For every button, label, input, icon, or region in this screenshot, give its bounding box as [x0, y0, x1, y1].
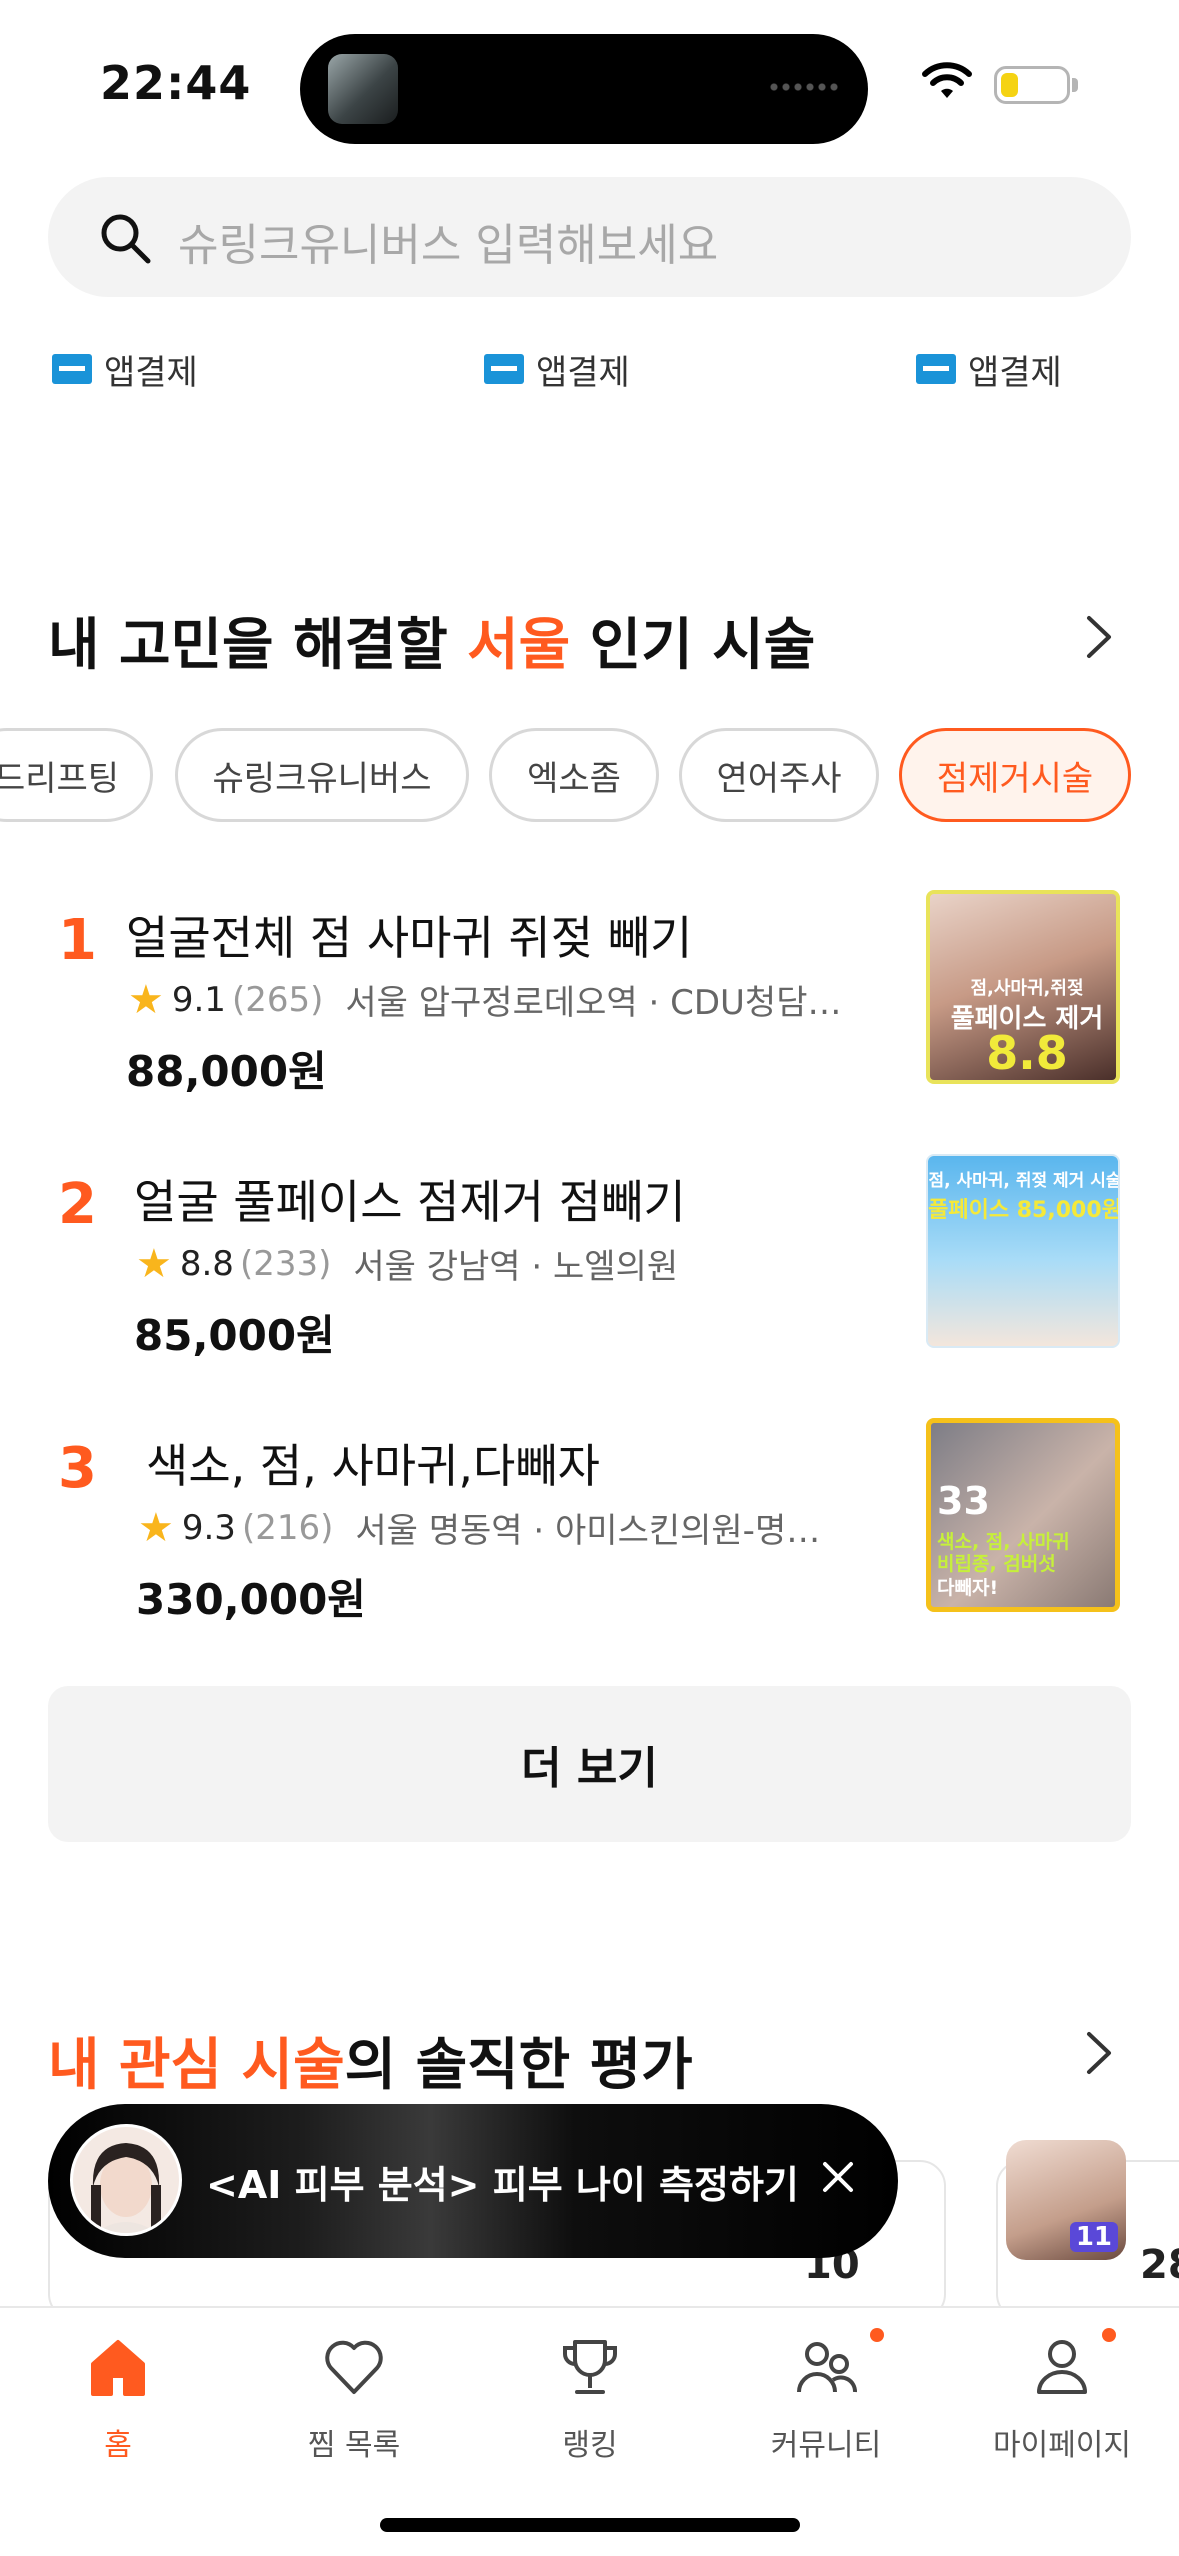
community-icon [797, 2342, 857, 2393]
notification-dot [1102, 2328, 1116, 2342]
status-bar: 22:44 [0, 0, 1179, 170]
clock: 22:44 [100, 56, 252, 110]
treatment-meta: ★ 9.3 (216) 서울 명동역 · 아미스킨의원-명… [138, 1504, 821, 1552]
treatment-meta: ★ 8.8 (233) 서울 강남역 · 노엘의원 [136, 1240, 679, 1288]
app-pay-badge: 앱결제 [52, 344, 198, 394]
chip-salmon-injection[interactable]: 연어주사 [679, 728, 879, 822]
home-icon [91, 2340, 145, 2396]
treatment-price: 88,000원 [126, 1047, 327, 1096]
nav-home[interactable]: 홈 [0, 2308, 236, 2508]
home-indicator[interactable] [380, 2518, 800, 2532]
wifi-icon [922, 62, 972, 98]
treatment-title: 얼굴전체 점 사마귀 쥐젖 빼기 [126, 911, 693, 965]
chip-shrink-universe[interactable]: 슈링크유니버스 [175, 728, 469, 822]
heart-icon [325, 2340, 383, 2394]
treatment-price: 330,000원 [136, 1575, 366, 1624]
chip-driffting[interactable]: 드리프팅 [0, 728, 153, 822]
nav-community[interactable]: 커뮤니티 [708, 2308, 944, 2508]
app-pay-badge: 앱결제 [484, 344, 630, 394]
treatment-price: 85,000원 [134, 1311, 335, 1360]
search-icon [101, 214, 151, 264]
nav-mypage[interactable]: 마이페이지 [944, 2308, 1179, 2508]
star-icon: ★ [138, 1504, 174, 1551]
rank-number: 2 [58, 1172, 97, 1237]
rank-number: 3 [58, 1436, 97, 1501]
card-icon [484, 354, 524, 384]
avatar [70, 2124, 182, 2236]
treatment-thumbnail: 점,사마귀,쥐젖 풀페이스 제거 8.8 [926, 890, 1120, 1084]
chip-mole-removal[interactable]: 점제거시술 [899, 728, 1131, 822]
treatment-title: 얼굴 풀페이스 점제거 점빼기 [134, 1175, 686, 1229]
card-icon [52, 354, 92, 384]
review-card[interactable]: 11 28 [996, 2140, 1179, 2320]
profile-icon [1037, 2340, 1087, 2394]
ai-banner-text: <AI 피부 분석> 피부 나이 측정하기 [206, 2163, 799, 2207]
chevron-right-icon[interactable] [1079, 2028, 1119, 2078]
search-input[interactable]: 슈링크유니버스 입력해보세요 [48, 177, 1131, 297]
nav-ranking[interactable]: 랭킹 [472, 2308, 708, 2508]
more-button[interactable]: 더 보기 [48, 1686, 1131, 1842]
app-pay-badge: 앱결제 [916, 344, 1062, 394]
trophy-icon [563, 2340, 617, 2394]
close-icon[interactable] [813, 2152, 863, 2202]
treatment-chips: 드리프팅 슈링크유니버스 엑소좀 연어주사 점제거시술 [0, 728, 1179, 823]
rank-item[interactable]: 1 얼굴전체 점 사마귀 쥐젖 빼기 ★ 9.1 (265) 서울 압구정로데오… [0, 890, 1179, 1096]
ai-skin-analysis-banner[interactable]: <AI 피부 분석> 피부 나이 측정하기 [48, 2104, 898, 2258]
battery-tip [1072, 78, 1078, 92]
battery-icon [994, 66, 1070, 104]
star-icon: ★ [128, 976, 164, 1023]
card-icon [916, 354, 956, 384]
reviews-section-title: 내 관심 시술의 솔직한 평가 [48, 2033, 693, 2098]
notification-dot [870, 2328, 884, 2342]
popular-section-title: 내 고민을 해결할 서울 인기 시술 [48, 613, 816, 678]
chevron-right-icon[interactable] [1079, 612, 1119, 662]
audio-waveform-icon [768, 80, 838, 94]
treatment-meta: ★ 9.1 (265) 서울 압구정로데오역 · CDU청담… [128, 976, 842, 1024]
treatment-thumbnail: 점, 사마귀, 쥐젖 제거 시술 풀페이스 85,000원 [926, 1154, 1120, 1348]
rank-item[interactable]: 3 색소, 점, 사마귀,다빼자 ★ 9.3 (216) 서울 명동역 · 아미… [0, 1418, 1179, 1624]
dynamic-island[interactable] [300, 34, 868, 144]
chip-exosome[interactable]: 엑소좀 [489, 728, 659, 822]
treatment-thumbnail: 33 색소, 점, 사마귀 비립종, 검버섯 다빼자! [926, 1418, 1120, 1612]
star-icon: ★ [136, 1240, 172, 1287]
rank-item[interactable]: 2 얼굴 풀페이스 점제거 점빼기 ★ 8.8 (233) 서울 강남역 · 노… [0, 1154, 1179, 1360]
rank-number: 1 [58, 908, 97, 973]
treatment-title: 색소, 점, 사마귀,다빼자 [146, 1439, 600, 1493]
review-thumbnail: 11 [1006, 2140, 1126, 2260]
search-placeholder: 슈링크유니버스 입력해보세요 [178, 220, 719, 271]
nav-wishlist[interactable]: 찜 목록 [236, 2308, 472, 2508]
now-playing-artwork [328, 54, 398, 124]
